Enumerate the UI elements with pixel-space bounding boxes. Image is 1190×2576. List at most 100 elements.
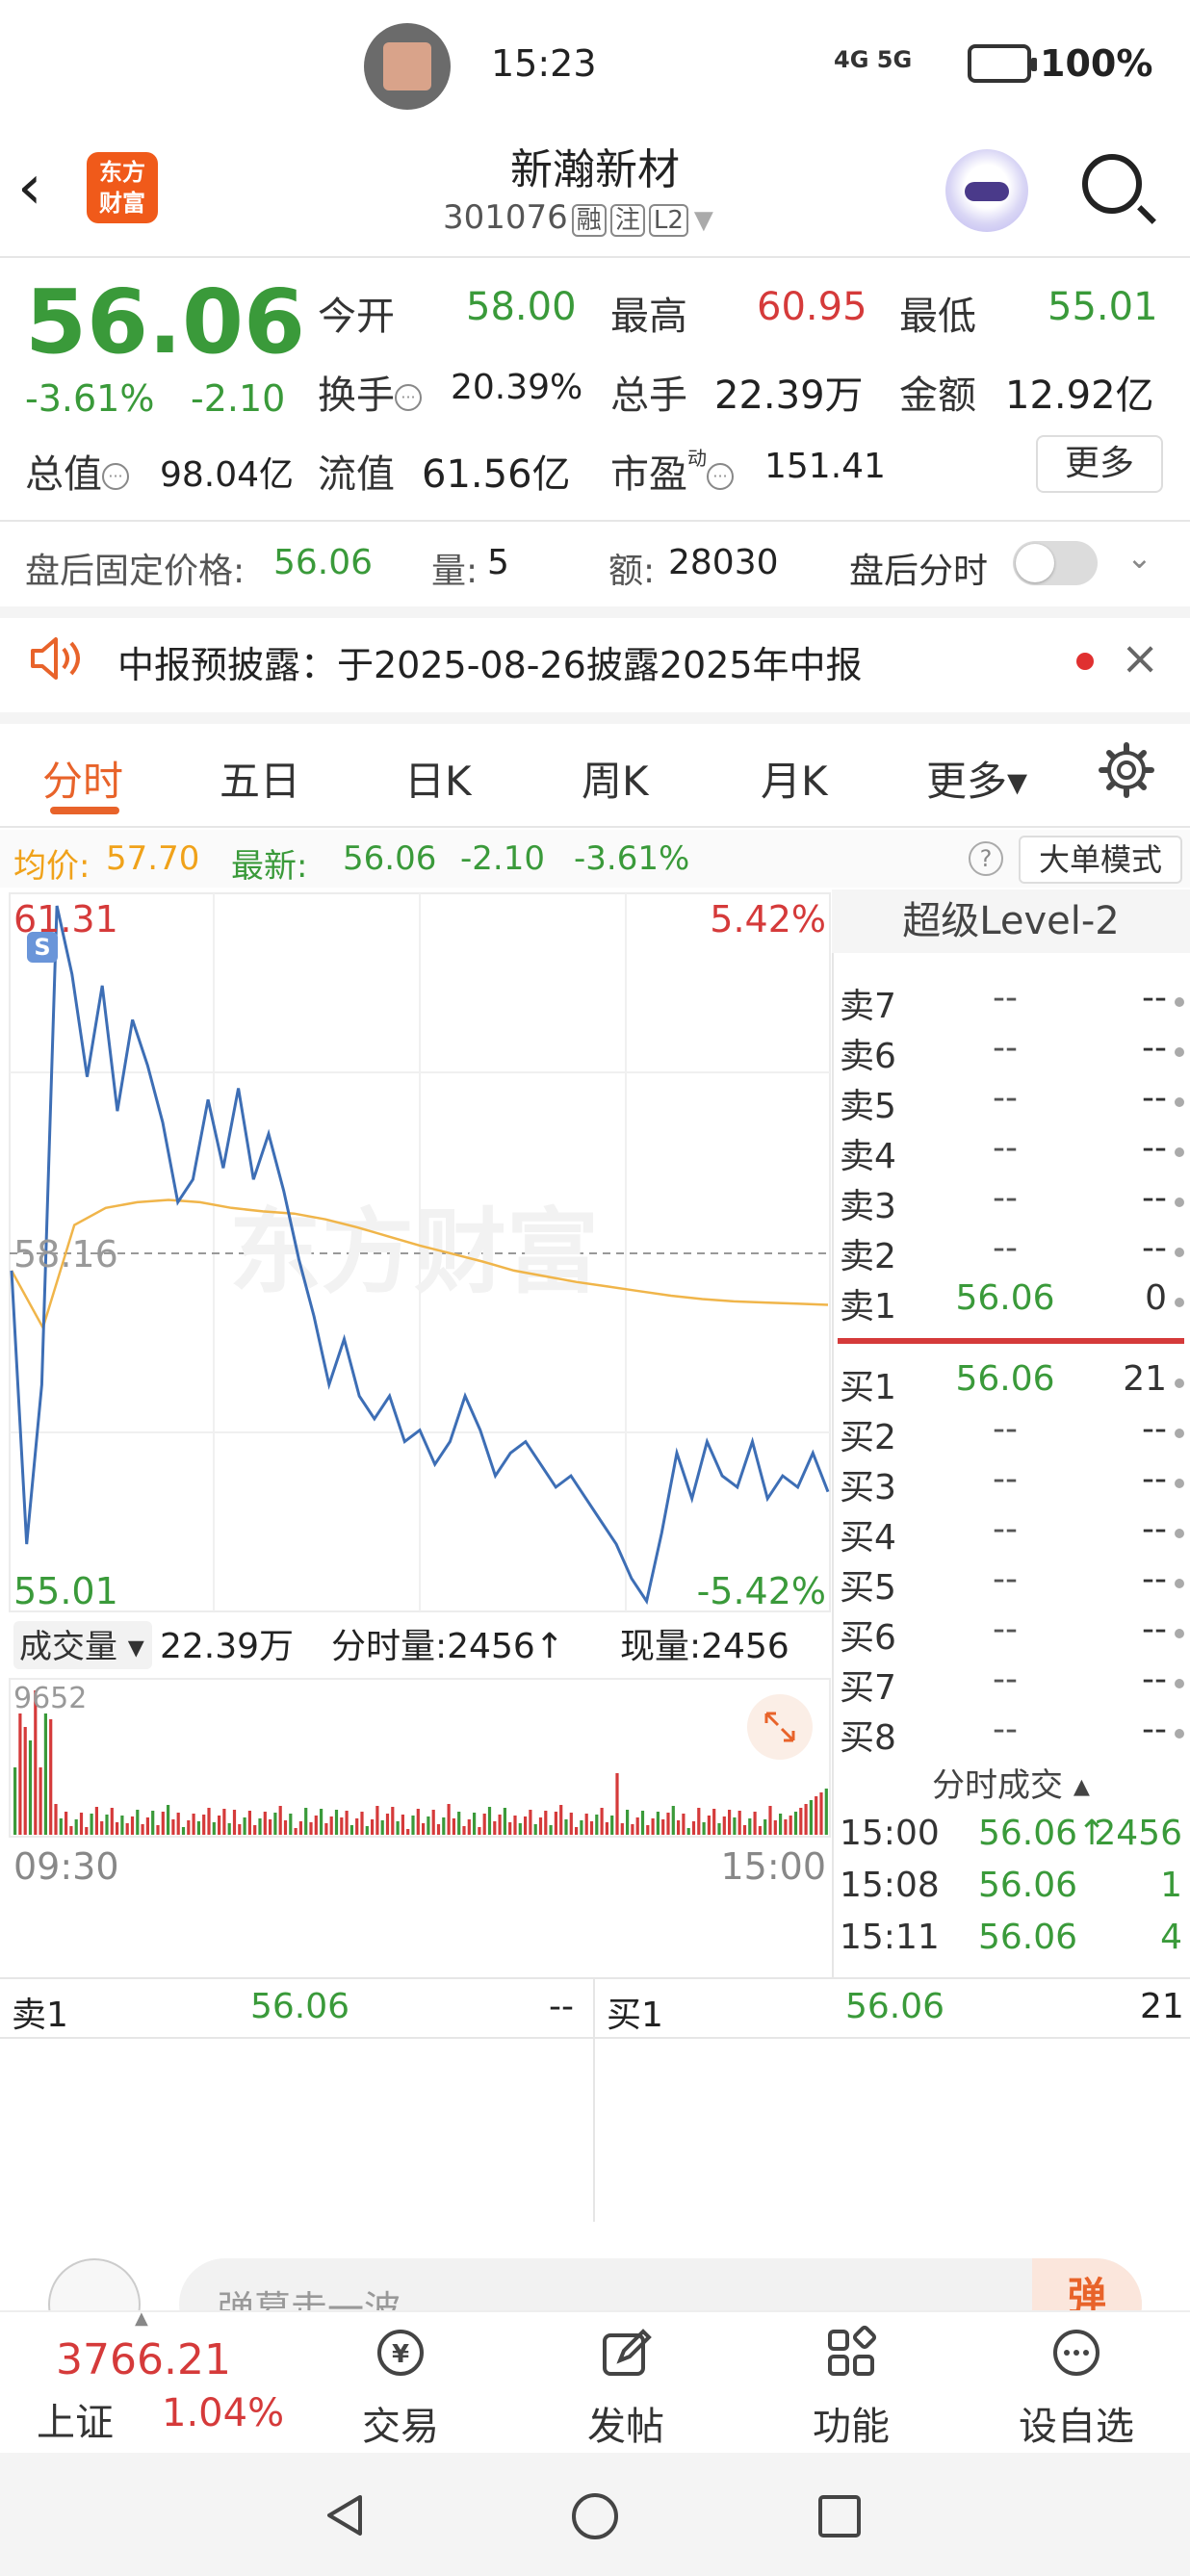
- network-indicator: 4G 5G: [834, 46, 913, 73]
- avg-price-row: 均价: 57.70 最新: 56.06 -2.10 -3.61%: [0, 830, 1190, 888]
- system-back-icon[interactable]: [322, 2491, 370, 2539]
- expand-icon: [747, 1694, 813, 1760]
- ask-row[interactable]: 卖6 -- --: [832, 1028, 1190, 1078]
- strip-ask-vol: --: [549, 1987, 574, 2026]
- row-dot-icon: [1175, 1479, 1184, 1488]
- bid-price: --: [993, 1559, 1018, 1599]
- after-hours-toggle[interactable]: [1013, 541, 1098, 585]
- tab-five-day[interactable]: 五日: [220, 749, 300, 808]
- nav-trade[interactable]: ¥ 交易: [323, 2324, 478, 2451]
- tick-price: 56.06: [978, 1918, 1078, 1957]
- nav-add-watchlist-label: 设自选: [1019, 2405, 1134, 2449]
- search-icon[interactable]: [1082, 154, 1142, 214]
- volume-bar: [49, 1719, 53, 1835]
- announcement-text[interactable]: 中报预披露：于2025-08-26披露2025年中报: [117, 635, 863, 688]
- index-value[interactable]: 3766.21: [56, 2335, 231, 2384]
- volume-bar: [620, 1823, 624, 1835]
- turnover-value: 20.39%: [451, 368, 583, 407]
- help-icon[interactable]: ?: [969, 841, 1003, 876]
- tab-timeshare[interactable]: 分时: [42, 749, 123, 808]
- battery-icon: [968, 44, 1037, 83]
- system-recents-icon[interactable]: [816, 2493, 863, 2539]
- ask-row[interactable]: 卖2 -- --: [832, 1228, 1190, 1278]
- latest-value: 56.06: [343, 839, 437, 878]
- ask-row[interactable]: 卖3 -- --: [832, 1178, 1190, 1228]
- volume-bar: [804, 1804, 808, 1835]
- ai-assistant-icon[interactable]: [945, 149, 1028, 232]
- tick-volume: 2456: [1094, 1814, 1182, 1853]
- volume-bar: [784, 1819, 788, 1835]
- info-icon[interactable]: ···: [395, 384, 422, 411]
- ask-row[interactable]: 卖4 -- --: [832, 1128, 1190, 1178]
- ask-volume: --: [1142, 1078, 1167, 1118]
- index-pct[interactable]: 1.04%: [162, 2391, 284, 2435]
- volume-bar: [263, 1812, 267, 1835]
- volume-bar: [473, 1813, 477, 1835]
- volume-bar: [212, 1822, 216, 1835]
- nav-functions-label: 功能: [813, 2405, 890, 2449]
- volume-tick: 分时量:2456↑: [331, 1627, 564, 1666]
- volume-bar: [447, 1804, 451, 1835]
- bid-row[interactable]: 买6 -- --: [832, 1610, 1190, 1660]
- volume-bar: [125, 1823, 129, 1835]
- pe-dynamic-sup: 动: [687, 447, 707, 470]
- chevron-down-icon[interactable]: ⌄: [1126, 539, 1152, 576]
- tab-weekly-k[interactable]: 周K: [582, 749, 649, 808]
- level2-title[interactable]: 超级Level-2: [832, 889, 1190, 953]
- ask-volume: --: [1142, 1128, 1167, 1168]
- close-icon[interactable]: ×: [1121, 631, 1159, 685]
- bid-volume: --: [1142, 1610, 1167, 1649]
- volume-bar: [656, 1812, 660, 1835]
- ah-amt-label: 额:: [608, 552, 656, 591]
- nav-functions[interactable]: 功能: [774, 2324, 928, 2451]
- comment-bar: 弹幕走一波 弹: [0, 2253, 1190, 2351]
- spread-divider: [838, 1338, 1184, 1344]
- timeshare-chart[interactable]: 东方财富 S 61.31 5.42% 58.16 55.01 -5.42% 成交…: [0, 889, 832, 1977]
- bid-row[interactable]: 买4 -- --: [832, 1509, 1190, 1559]
- ah-vol: 5: [487, 543, 509, 582]
- ask-row[interactable]: 卖7 -- --: [832, 978, 1190, 1028]
- tab-daily-k[interactable]: 日K: [404, 749, 472, 808]
- bid-row[interactable]: 买8 -- --: [832, 1710, 1190, 1760]
- bid-label: 买8: [840, 1718, 896, 1758]
- tab-monthly-k[interactable]: 月K: [761, 749, 828, 808]
- tick-volume: 1: [1160, 1866, 1182, 1905]
- index-name[interactable]: 上证: [37, 2391, 114, 2447]
- bid-label: 买2: [840, 1418, 896, 1457]
- ask-label: 卖6: [840, 1037, 896, 1076]
- tab-more[interactable]: 更多▾: [926, 749, 1027, 808]
- strip-vertical-divider: [593, 1977, 595, 2222]
- volume-bar: [192, 1814, 195, 1835]
- bid-row[interactable]: 买7 -- --: [832, 1660, 1190, 1710]
- volume-bar: [110, 1808, 114, 1835]
- bottom-nav: ▲ 3766.21 上证 1.04% ¥ 交易 发帖 功能 设自选: [0, 2308, 1190, 2453]
- volume-bar: [462, 1826, 466, 1835]
- avg-label: 均价:: [13, 847, 91, 886]
- big-order-mode-button[interactable]: 大单模式: [1019, 836, 1182, 884]
- ask-row[interactable]: 卖1 56.06 0: [832, 1278, 1190, 1328]
- system-home-icon[interactable]: [570, 2491, 620, 2541]
- row-dot-icon: [1175, 1429, 1184, 1438]
- chart-watermark: 东方财富: [229, 1198, 599, 1306]
- ticks-title[interactable]: 分时成交 ▴: [832, 1760, 1190, 1812]
- nav-add-watchlist[interactable]: 设自选: [999, 2324, 1153, 2451]
- ask-volume: --: [1142, 978, 1167, 1018]
- row-dot-icon: [1175, 1679, 1184, 1688]
- volume-bar: [508, 1822, 512, 1835]
- bid-row[interactable]: 买5 -- --: [832, 1559, 1190, 1610]
- more-button[interactable]: 更多: [1036, 435, 1163, 493]
- caret-down-icon[interactable]: ▼: [694, 206, 713, 235]
- row-dot-icon: [1175, 1529, 1184, 1538]
- volume-bar: [181, 1827, 186, 1835]
- bid-row[interactable]: 买3 -- --: [832, 1459, 1190, 1509]
- volume-bar: [411, 1816, 415, 1835]
- info-icon[interactable]: ···: [102, 463, 129, 490]
- caret-up-icon: ▲: [135, 2308, 148, 2329]
- row-dot-icon: [1175, 1147, 1184, 1157]
- nav-post[interactable]: 发帖: [549, 2324, 703, 2451]
- ask-row[interactable]: 卖5 -- --: [832, 1078, 1190, 1128]
- info-icon[interactable]: ···: [707, 463, 734, 490]
- gear-icon[interactable]: [1098, 741, 1155, 799]
- bid-row[interactable]: 买2 -- --: [832, 1409, 1190, 1459]
- bid-row[interactable]: 买1 56.06 21: [832, 1359, 1190, 1409]
